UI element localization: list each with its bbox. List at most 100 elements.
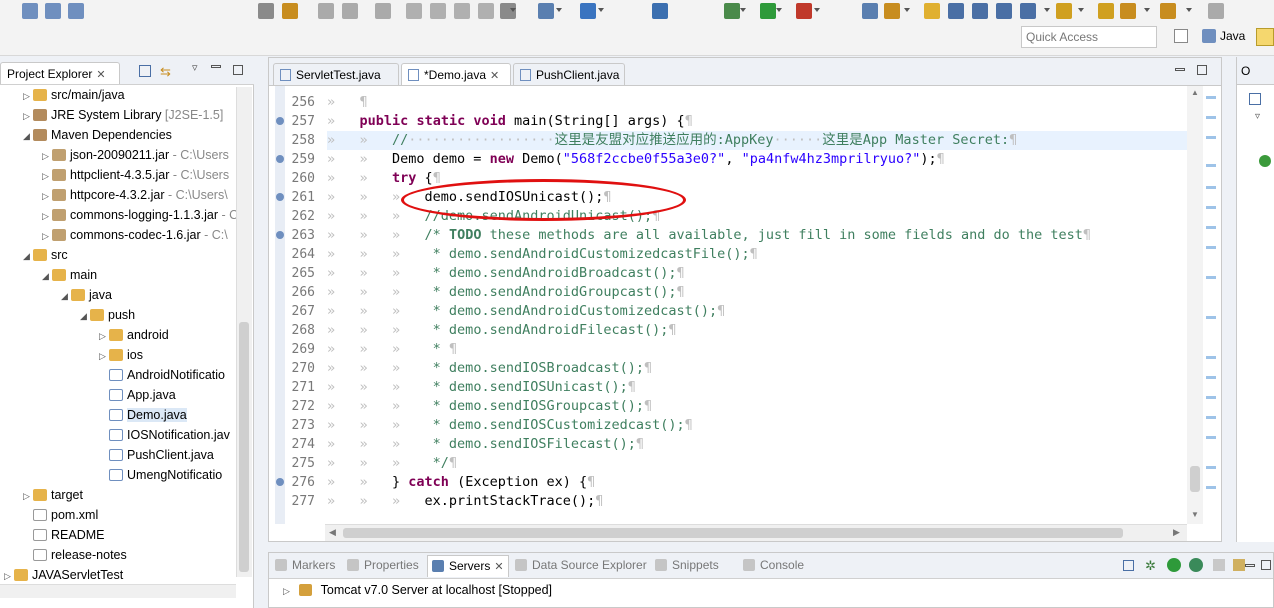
overview-mark[interactable] (1206, 396, 1216, 399)
scroll-up-icon[interactable]: ▲ (1191, 88, 1199, 97)
code-line[interactable]: » » //··················这里是友盟对应推送应用的:App… (327, 131, 1187, 150)
tab-properties[interactable]: Properties (347, 558, 419, 572)
server-row[interactable]: ▷ Tomcat v7.0 Server at localhost [Stopp… (283, 583, 552, 601)
word-wrap-icon[interactable] (948, 3, 964, 19)
expand-arrow-icon[interactable]: ▷ (23, 486, 33, 506)
expand-arrow-icon[interactable]: ▷ (23, 106, 33, 126)
code-line[interactable]: » » » * demo.sendAndroidGroupcast();¶ (327, 283, 685, 302)
tab-markers[interactable]: Markers (275, 558, 335, 572)
editor-horizontal-scrollbar[interactable]: ◀ ▶ (325, 524, 1187, 541)
overview-mark[interactable] (1206, 186, 1216, 189)
tree-item[interactable]: pom.xml (23, 505, 98, 525)
code-line[interactable]: » public static void main(String[] args)… (327, 112, 693, 131)
profile-icon[interactable] (796, 3, 812, 19)
expand-arrow-icon[interactable]: ▷ (283, 586, 290, 596)
tab-project-explorer[interactable]: Project Explorer ✕ (0, 62, 120, 84)
chevron-down-icon[interactable] (1078, 8, 1084, 12)
tree-item[interactable]: ◢ src (23, 245, 68, 265)
expand-arrow-icon[interactable]: ▷ (42, 206, 52, 226)
expand-arrow-icon[interactable]: ◢ (23, 126, 33, 146)
code-line[interactable]: » » Demo demo = new Demo("568f2ccbe0f55a… (327, 150, 945, 169)
tab-console[interactable]: Console (743, 558, 804, 572)
debug-perspective-icon[interactable] (1256, 28, 1274, 46)
open-perspective-icon[interactable] (1174, 29, 1188, 43)
code-line[interactable]: » » » * demo.sendIOSBroadcast();¶ (327, 359, 652, 378)
open-type-icon[interactable] (862, 3, 878, 19)
tab--demo-java[interactable]: *Demo.java ✕ (401, 63, 511, 85)
bottom-minimize-icon[interactable] (1245, 564, 1255, 567)
tree-item[interactable]: ▷ json-20090211.jar - C:\Users (42, 145, 229, 165)
expand-arrow-icon[interactable]: ◢ (80, 306, 90, 326)
close-icon[interactable]: ✕ (96, 69, 105, 81)
overview-mark[interactable] (1206, 486, 1216, 489)
tree-item[interactable]: ▷ commons-logging-1.1.3.jar - C (42, 205, 238, 225)
new-server-icon[interactable] (538, 3, 554, 19)
search-icon[interactable] (282, 3, 298, 19)
tree-item[interactable]: ▷ commons-codec-1.6.jar - C:\ (42, 225, 228, 245)
code-line[interactable]: » » » /* TODO these methods are all avai… (327, 226, 1091, 245)
expand-arrow-icon[interactable]: ▷ (42, 146, 52, 166)
stop-server-icon[interactable] (1213, 559, 1225, 571)
editor-maximize-icon[interactable] (1197, 65, 1207, 75)
code-line[interactable]: » » » demo.sendIOSUnicast();¶ (327, 188, 612, 207)
overview-mark[interactable] (1206, 356, 1216, 359)
editor-vertical-scrollbar[interactable]: ▲ ▼ (1187, 86, 1203, 524)
chevron-down-icon[interactable] (510, 8, 516, 12)
tab-snippets[interactable]: Snippets (655, 558, 719, 572)
prev-anno-icon[interactable] (1098, 3, 1114, 19)
tab-data-source-explorer[interactable]: Data Source Explorer (515, 558, 647, 572)
chevron-down-icon[interactable] (598, 8, 604, 12)
save-all-icon[interactable] (45, 3, 61, 19)
overview-mark[interactable] (1206, 416, 1216, 419)
editor-toggle-icon[interactable] (924, 3, 940, 19)
overview-mark[interactable] (1206, 206, 1216, 209)
java-perspective-label[interactable]: Java (1220, 29, 1245, 43)
expand-arrow-icon[interactable]: ▷ (99, 326, 109, 346)
link-editor-icon[interactable]: ⇆ (160, 64, 171, 80)
expand-arrow-icon[interactable]: ▷ (42, 226, 52, 246)
maximize-icon[interactable] (233, 65, 243, 75)
code-line[interactable]: » » » * demo.sendIOSCustomizedcast();¶ (327, 416, 693, 435)
tree-item[interactable]: ▷ target (23, 485, 83, 505)
override-marker-icon[interactable] (276, 155, 284, 163)
code-line[interactable]: » » » //demo.sendAndroidUnicast();¶ (327, 207, 660, 226)
code-line[interactable]: » ¶ (327, 93, 368, 112)
tree-item[interactable]: ▷ ios (99, 345, 143, 365)
tree-item[interactable]: UmengNotificatio (99, 465, 222, 485)
overview-mark[interactable] (1206, 276, 1216, 279)
tree-item[interactable]: ▷ src/main/java (23, 85, 125, 105)
code-line[interactable]: » » » */¶ (327, 454, 457, 473)
code-line[interactable]: » » } catch (Exception ex) {¶ (327, 473, 595, 492)
outline-toolbar-icon[interactable] (1249, 93, 1261, 105)
debug-icon[interactable] (724, 3, 740, 19)
tree-item[interactable]: IOSNotification.jav (99, 425, 230, 445)
code-line[interactable]: » » » ex.printStackTrace();¶ (327, 492, 603, 511)
close-icon[interactable]: ✕ (494, 561, 503, 573)
minimize-icon[interactable] (211, 65, 221, 68)
chevron-down-icon[interactable] (740, 8, 746, 12)
overview-mark[interactable] (1206, 164, 1216, 167)
expand-arrow-icon[interactable]: ◢ (61, 286, 71, 306)
editor-scroll-thumb[interactable] (1190, 466, 1200, 492)
explorer-scroll-thumb[interactable] (239, 322, 249, 572)
step-back-icon[interactable] (318, 3, 334, 19)
tree-item[interactable]: Demo.java (99, 405, 187, 425)
tree-item[interactable]: ▷ JRE System Library [J2SE-1.5] (23, 105, 223, 125)
chevron-down-icon[interactable] (814, 8, 820, 12)
profile-server-icon[interactable] (1189, 558, 1203, 572)
outline-tab-label[interactable]: O (1241, 64, 1250, 78)
editor-hscroll-thumb[interactable] (343, 528, 1123, 538)
next-anno-icon[interactable] (1056, 3, 1072, 19)
chevron-down-icon[interactable] (1144, 8, 1150, 12)
overview-mark[interactable] (1206, 116, 1216, 119)
code-line[interactable]: » » » * demo.sendAndroidCustomizedcast()… (327, 302, 725, 321)
tree-item[interactable]: ◢ main (42, 265, 97, 285)
tree-item[interactable]: ▷ httpclient-4.3.5.jar - C:\Users (42, 165, 229, 185)
expand-arrow-icon[interactable]: ▷ (23, 86, 33, 106)
debug-server-icon[interactable]: ✲ (1145, 558, 1156, 574)
perspective-switcher[interactable]: Java (1168, 26, 1274, 48)
expand-arrow-icon[interactable]: ▷ (42, 166, 52, 186)
tree-item[interactable]: AndroidNotificatio (99, 365, 225, 385)
code-line[interactable]: » » » * demo.sendIOSFilecast();¶ (327, 435, 644, 454)
override-marker-icon[interactable] (276, 231, 284, 239)
